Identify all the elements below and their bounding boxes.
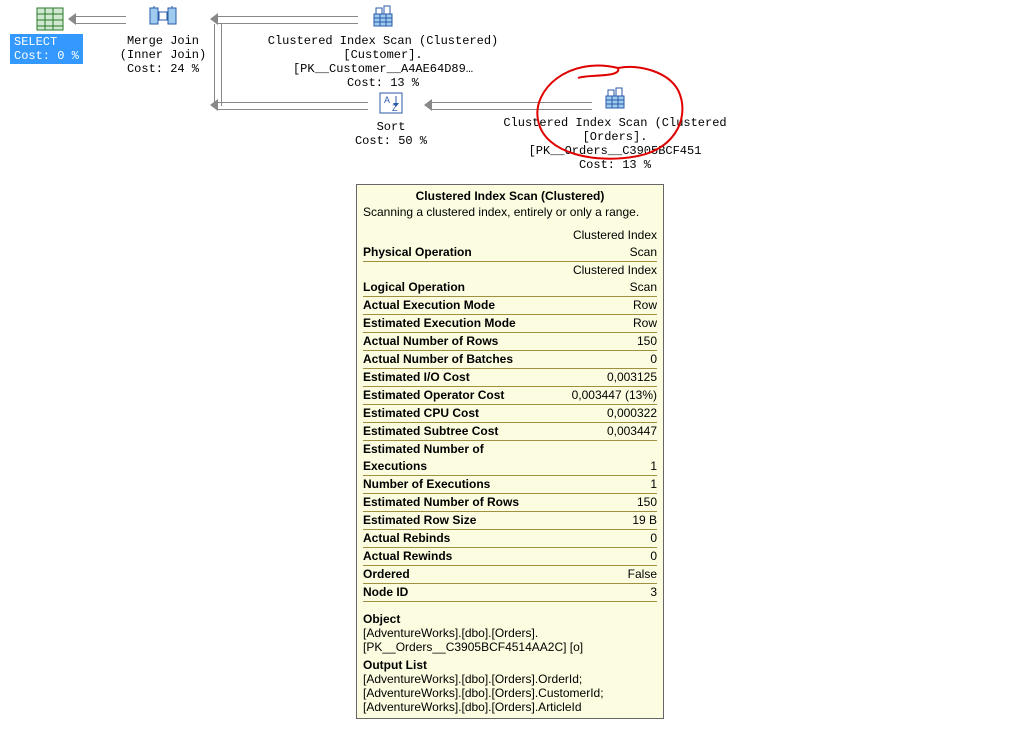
scan-orders-label2: [Orders].[PK__Orders__C3905BCF451 (500, 130, 730, 158)
select-icon (35, 6, 65, 36)
tooltip-row: Estimated Number of Executions1 (363, 441, 657, 476)
clustered-index-scan-icon (600, 86, 630, 116)
tooltip-row: Actual Rewinds0 (363, 548, 657, 566)
tooltip-row-value: Row (545, 297, 657, 315)
tooltip-row-value: 0 (545, 351, 657, 369)
scan-orders-label1: Clustered Index Scan (Clustered (500, 116, 730, 130)
tooltip-title: Clustered Index Scan (Clustered) (363, 189, 657, 205)
tooltip-row: Estimated Number of Rows150 (363, 494, 657, 512)
tooltip-row: Node ID3 (363, 584, 657, 602)
tooltip-row-key: Actual Rebinds (363, 530, 545, 548)
tooltip-row: Number of Executions1 (363, 476, 657, 494)
tooltip-row: Estimated Subtree Cost0,003447 (363, 423, 657, 441)
select-cost: Cost: 0 % (14, 49, 79, 63)
scan-orders-node[interactable]: Clustered Index Scan (Clustered [Orders]… (500, 86, 730, 172)
tooltip-row: Estimated Operator Cost0,003447 (13%) (363, 387, 657, 405)
tooltip-row-value: Clustered Index Scan (545, 227, 657, 262)
tooltip-row: Actual Rebinds0 (363, 530, 657, 548)
tooltip-row-key: Ordered (363, 566, 545, 584)
tooltip-row-value: 150 (545, 333, 657, 351)
tooltip-row-key: Estimated Execution Mode (363, 315, 545, 333)
arrow-1 (76, 16, 126, 24)
arrow-4 (432, 102, 592, 110)
operator-tooltip: Clustered Index Scan (Clustered) Scannin… (356, 184, 664, 719)
tooltip-row-value: 1 (545, 441, 657, 476)
tooltip-row-value: 0,003447 (13%) (545, 387, 657, 405)
tooltip-row-key: Logical Operation (363, 262, 545, 297)
sort-cost: Cost: 50 % (346, 134, 436, 148)
tooltip-row-key: Number of Executions (363, 476, 545, 494)
arrow-3a (218, 102, 368, 110)
tooltip-row-key: Estimated Subtree Cost (363, 423, 545, 441)
tooltip-row: OrderedFalse (363, 566, 657, 584)
tooltip-description: Scanning a clustered index, entirely or … (363, 205, 657, 227)
tooltip-row-value: 3 (545, 584, 657, 602)
tooltip-row-key: Estimated Number of Rows (363, 494, 545, 512)
tooltip-row-value: 0,003125 (545, 369, 657, 387)
arrow-3b (214, 24, 222, 106)
merge-join-icon (148, 4, 178, 34)
sort-node[interactable]: A Z Sort Cost: 50 % (346, 90, 436, 148)
select-label: SELECT Cost: 0 % (10, 34, 83, 64)
tooltip-row-value: 19 B (545, 512, 657, 530)
tooltip-row: Actual Number of Batches0 (363, 351, 657, 369)
tooltip-row-key: Actual Number of Batches (363, 351, 545, 369)
arrow-4-head (424, 99, 432, 111)
scan-customer-cost: Cost: 13 % (258, 76, 508, 90)
scan-customer-label2: [Customer].[PK__Customer__A4AE64D89… (258, 48, 508, 76)
merge-join-cost: Cost: 24 % (108, 62, 218, 76)
arrow-1-head (68, 13, 76, 25)
tooltip-row-value: 0,000322 (545, 405, 657, 423)
tooltip-row-key: Estimated Operator Cost (363, 387, 545, 405)
tooltip-row-value: 0 (545, 548, 657, 566)
tooltip-row-value: False (545, 566, 657, 584)
merge-join-label1: Merge Join (108, 34, 218, 48)
tooltip-row: Estimated CPU Cost0,000322 (363, 405, 657, 423)
tooltip-row-key: Estimated I/O Cost (363, 369, 545, 387)
tooltip-row-key: Physical Operation (363, 227, 545, 262)
tooltip-row-value: Row (545, 315, 657, 333)
tooltip-row-key: Estimated Number of Executions (363, 441, 545, 476)
svg-text:A: A (384, 95, 390, 105)
tooltip-row-key: Node ID (363, 584, 545, 602)
merge-join-node[interactable]: Merge Join (Inner Join) Cost: 24 % (108, 4, 218, 76)
scan-customer-label1: Clustered Index Scan (Clustered) (258, 34, 508, 48)
merge-join-label2: (Inner Join) (108, 48, 218, 62)
tooltip-properties-table: Physical OperationClustered Index ScanLo… (363, 227, 657, 602)
sort-label: Sort (346, 120, 436, 134)
tooltip-row-key: Estimated CPU Cost (363, 405, 545, 423)
tooltip-row-key: Estimated Row Size (363, 512, 545, 530)
tooltip-row-key: Actual Execution Mode (363, 297, 545, 315)
tooltip-outputlist-value: [AdventureWorks].[dbo].[Orders].OrderId;… (363, 672, 657, 714)
clustered-index-scan-icon (368, 4, 398, 34)
tooltip-row-value: 0 (545, 530, 657, 548)
tooltip-row-key: Actual Number of Rows (363, 333, 545, 351)
arrow-3-head (210, 99, 218, 111)
tooltip-row: Estimated I/O Cost0,003125 (363, 369, 657, 387)
tooltip-row-key: Actual Rewinds (363, 548, 545, 566)
tooltip-row: Logical OperationClustered Index Scan (363, 262, 657, 297)
tooltip-row: Estimated Execution ModeRow (363, 315, 657, 333)
tooltip-row-value: 1 (545, 476, 657, 494)
tooltip-row: Physical OperationClustered Index Scan (363, 227, 657, 262)
tooltip-row-value: 150 (545, 494, 657, 512)
scan-orders-cost: Cost: 13 % (500, 158, 730, 172)
tooltip-row: Actual Number of Rows150 (363, 333, 657, 351)
tooltip-row: Actual Execution ModeRow (363, 297, 657, 315)
select-label-text: SELECT (14, 35, 79, 49)
tooltip-row-value: Clustered Index Scan (545, 262, 657, 297)
tooltip-row: Estimated Row Size19 B (363, 512, 657, 530)
tooltip-object-label: Object (363, 602, 657, 626)
sort-icon: A Z (376, 90, 406, 120)
arrow-2 (218, 16, 358, 24)
tooltip-object-value: [AdventureWorks].[dbo].[Orders].[PK__Ord… (363, 626, 657, 654)
tooltip-outputlist-label: Output List (363, 654, 657, 672)
tooltip-row-value: 0,003447 (545, 423, 657, 441)
